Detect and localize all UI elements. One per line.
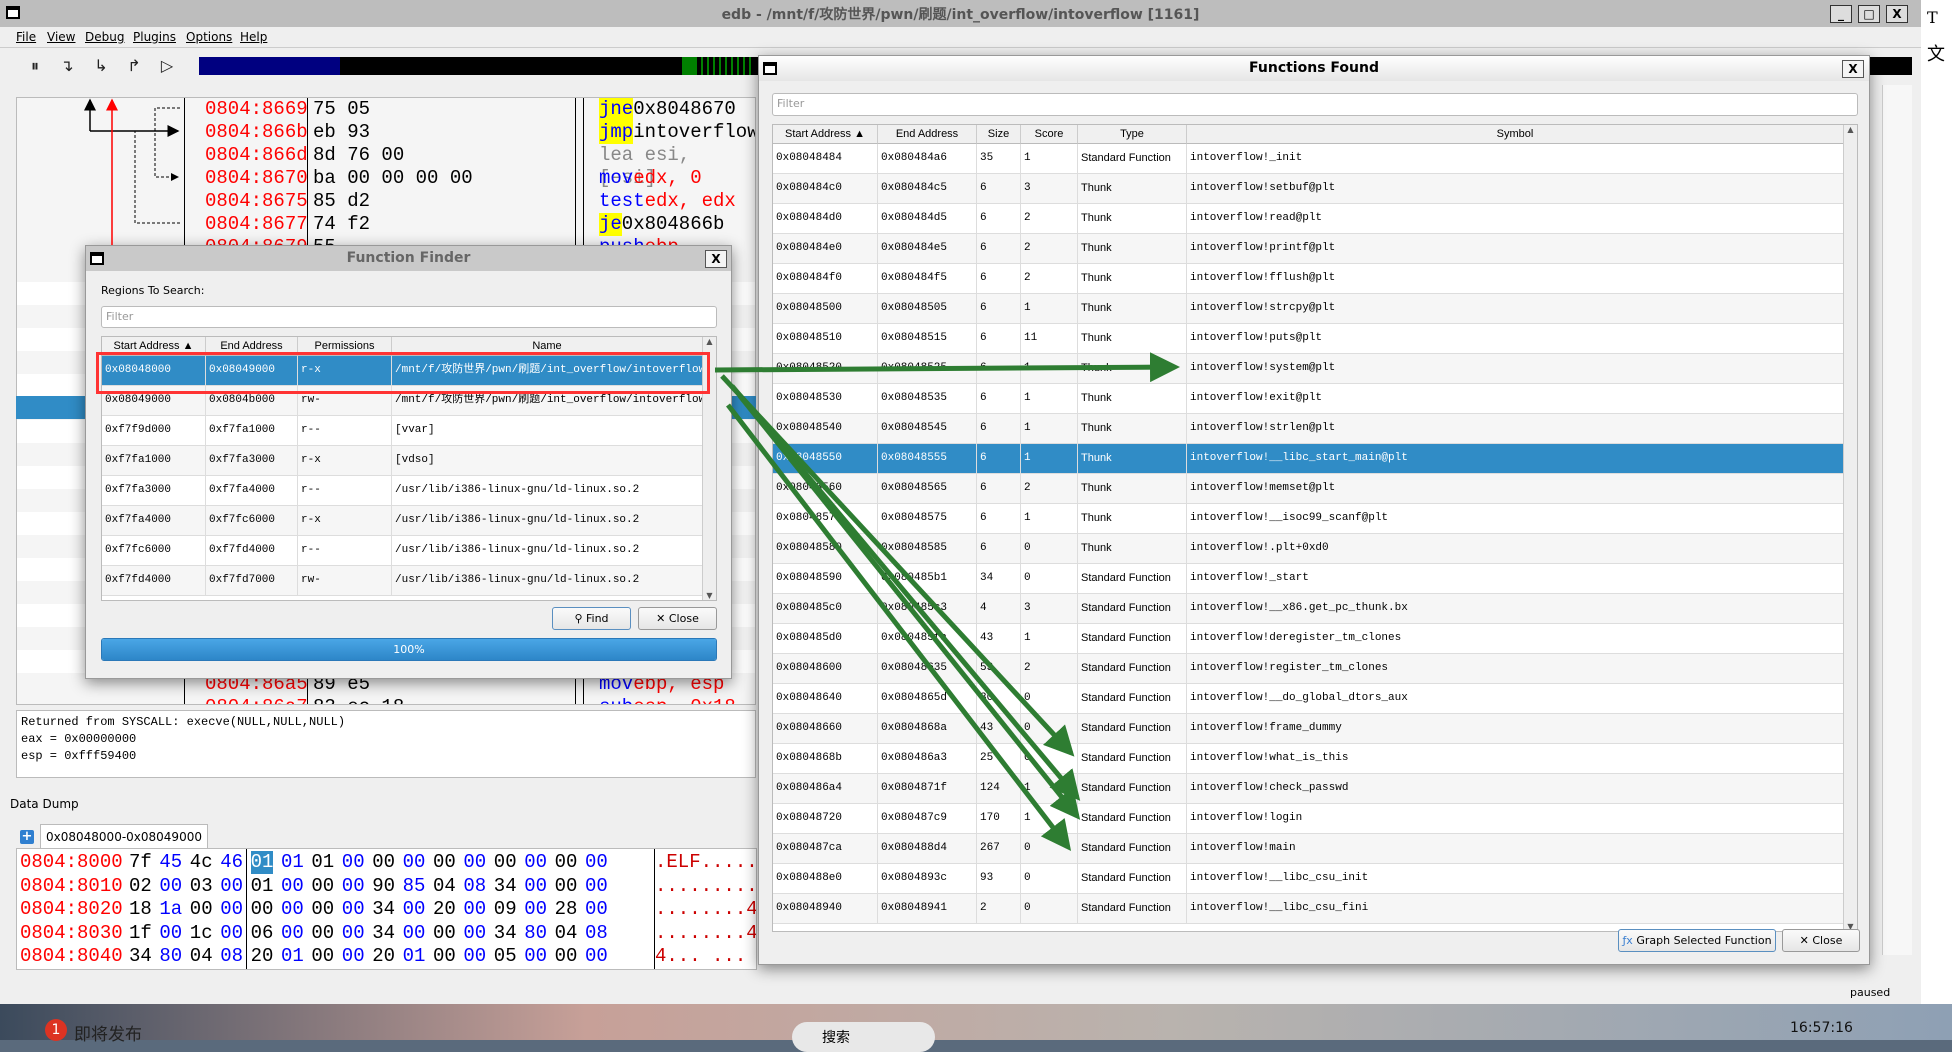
side-text: T [1927,8,1938,27]
taskbar-search[interactable]: 搜索 [792,1022,935,1052]
taskbar-notice[interactable]: 即将发布 [74,1020,142,1045]
arrow-to-main [726,403,1072,851]
green-annotation-arrows [714,352,1180,851]
arrow-to-system-plt [714,352,1180,383]
arrow-to-what-is-this [720,374,1075,757]
arrow-to-login [738,394,1081,820]
annotation-arrows [84,98,1180,851]
taskbar: 1 即将发布 搜索 16:57:16 [0,1004,1952,1052]
side-text: 文 [1927,44,1945,65]
notification-badge: 1 [45,1019,67,1041]
background-app-edge: T 文 [1921,0,1952,1004]
taskbar-clock: 16:57:16 [1790,1020,1853,1036]
jump-arrows [84,98,180,245]
